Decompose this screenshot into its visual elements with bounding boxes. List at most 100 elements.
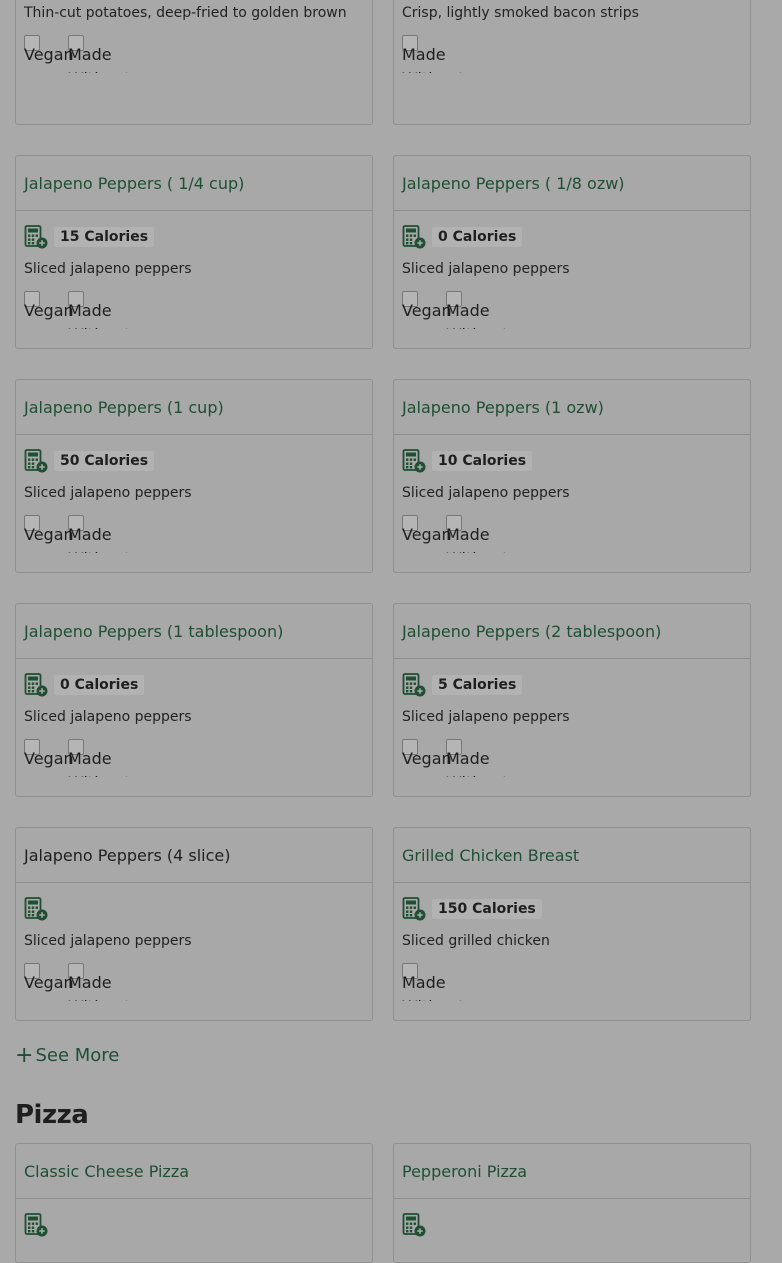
menu-item-title[interactable]: Jalapeno Peppers (2 tablespoon)	[402, 622, 661, 641]
dietary-tag-alt-text: Vegan	[24, 749, 74, 768]
calories-row	[24, 1213, 364, 1237]
card-header: Jalapeno Peppers (2 tablespoon)	[394, 604, 750, 659]
card-header: Classic Cheese Pizza	[16, 1144, 372, 1199]
see-more-link[interactable]: + See More	[15, 1044, 120, 1066]
see-more-label: See More	[35, 1045, 120, 1066]
dietary-tag-image: Vegan	[402, 291, 452, 323]
menu-item-title[interactable]: Jalapeno Peppers ( 1/8 ozw)	[402, 174, 625, 193]
dietary-tags: VeganMade Without	[24, 515, 364, 553]
calculator-plus-icon[interactable]	[24, 1213, 48, 1237]
menu-item-card: Jalapeno Peppers ( 1/4 cup) 15 Calories Sl…	[15, 155, 373, 349]
card-header: Jalapeno Peppers (1 tablespoon)	[16, 604, 372, 659]
dietary-tag-image: Made Without	[402, 35, 465, 73]
dietary-tag-image: Vegan	[24, 515, 74, 547]
calculator-plus-icon[interactable]	[402, 449, 426, 473]
dietary-tags: VeganMade Without	[24, 963, 364, 1001]
card-body: 50 Calories Sliced jalapeno peppers Vegan M…	[16, 435, 372, 553]
calories-row: 150 Calories	[402, 897, 742, 921]
calories-badge: 10 Calories	[432, 451, 533, 471]
dietary-tag-alt-text: Made Without	[402, 973, 465, 1001]
card-body: 10 Calories Sliced jalapeno peppers Vegan M…	[394, 435, 750, 553]
calories-badge: 0 Calories	[54, 675, 145, 695]
menu-item-description: Thin-cut potatoes, deep-fried to golden …	[24, 5, 347, 21]
dietary-tags: VeganMade Without	[24, 739, 364, 777]
card-header: Jalapeno Peppers ( 1/4 cup)	[16, 156, 372, 211]
calculator-plus-icon[interactable]	[24, 449, 48, 473]
calories-badge: 150 Calories	[432, 899, 542, 919]
calculator-plus-icon[interactable]	[402, 1213, 426, 1237]
card-body: 130 CaloriesCrisp, lightly smoked bacon …	[394, 0, 750, 73]
menu-item-description: Sliced jalapeno peppers	[402, 485, 570, 501]
menu-item-description: Sliced jalapeno peppers	[24, 933, 192, 949]
menu-item-description: Sliced jalapeno peppers	[402, 261, 570, 277]
card-header: Grilled Chicken Breast	[394, 828, 750, 883]
dietary-tag-image: Vegan	[24, 739, 74, 771]
dietary-tag-image: Vegan	[24, 35, 74, 67]
menu-item-card: Jalapeno Peppers ( 1/8 ozw) 0 Calories Sli…	[393, 155, 751, 349]
menu-item-description: Sliced jalapeno peppers	[24, 485, 192, 501]
dietary-tag-image: Made Without	[402, 963, 465, 1001]
calories-row: 0 Calories	[402, 225, 742, 249]
dietary-tag-alt-text: Made Without	[446, 301, 509, 329]
card-body: Sliced jalapeno peppers VeganMade Without	[16, 883, 372, 1001]
dietary-tags: VeganMade Without	[402, 739, 742, 777]
dietary-tag-alt-text: Made Without	[68, 45, 131, 73]
calculator-plus-icon[interactable]	[402, 225, 426, 249]
menu-item-title[interactable]: Jalapeno Peppers (1 ozw)	[402, 398, 604, 417]
menu-item-card: Grilled Chicken Breast 150 Calories Sliced…	[393, 827, 751, 1021]
calories-badge: 5 Calories	[432, 675, 523, 695]
dietary-tags: VeganMade Without	[24, 291, 364, 329]
dietary-tag-image: Vegan	[402, 515, 452, 547]
card-header: Jalapeno Peppers ( 1/8 ozw)	[394, 156, 750, 211]
menu-item-title: Jalapeno Peppers (4 slice)	[24, 845, 231, 865]
card-body: 15 Calories Sliced jalapeno peppers Vegan M…	[16, 211, 372, 329]
dietary-tags: VeganMade Without	[24, 35, 364, 73]
menu-item-description: Crisp, lightly smoked bacon strips	[402, 5, 639, 21]
card-body	[394, 1199, 750, 1237]
menu-item-card: Pepperoni Pizza	[393, 1143, 751, 1263]
card-body: 0 Calories Sliced jalapeno peppers Vegan Ma…	[394, 211, 750, 329]
menu-item-card: Jalapeno Peppers (1 tablespoon) 0 Calorie…	[15, 603, 373, 797]
dietary-tag-alt-text: Vegan	[24, 973, 74, 992]
card-header: Pepperoni Pizza	[394, 1144, 750, 1199]
menu-item-title[interactable]: Jalapeno Peppers (1 cup)	[24, 398, 224, 417]
dietary-tag-alt-text: Made Without	[446, 749, 509, 777]
dietary-tag-image: Made Without	[68, 291, 131, 329]
dietary-tag-alt-text: Made Without	[402, 45, 465, 73]
dietary-tag-image: Vegan	[402, 739, 452, 771]
menu-item-title[interactable]: Classic Cheese Pizza	[24, 1162, 189, 1181]
menu-item-card: Classic Cheese Pizza	[15, 1143, 373, 1263]
dietary-tag-alt-text: Vegan	[402, 301, 452, 320]
menu-item-title[interactable]: Jalapeno Peppers (1 tablespoon)	[24, 622, 283, 641]
dietary-tags: VeganMade Without	[402, 291, 742, 329]
dietary-tags: VeganMade Without	[402, 515, 742, 553]
card-body: 5 Calories Sliced jalapeno peppers Vegan Ma…	[394, 659, 750, 777]
menu-item-description: Sliced jalapeno peppers	[24, 261, 192, 277]
calories-badge: 50 Calories	[54, 451, 155, 471]
dietary-tag-image: Made Without	[446, 291, 509, 329]
menu-item-title[interactable]: Pepperoni Pizza	[402, 1162, 527, 1181]
menu-item-title[interactable]: Grilled Chicken Breast	[402, 846, 579, 865]
calculator-plus-icon[interactable]	[24, 897, 48, 921]
dietary-tag-alt-text: Vegan	[24, 301, 74, 320]
menu-item-description: Sliced grilled chicken	[402, 933, 550, 949]
dietary-tag-alt-text: Made Without	[446, 525, 509, 553]
menu-item-card: Jalapeno Peppers (1 ozw) 10 Calories Slice…	[393, 379, 751, 573]
calculator-plus-icon[interactable]	[24, 673, 48, 697]
calculator-plus-icon[interactable]	[24, 225, 48, 249]
card-header: Jalapeno Peppers (1 cup)	[16, 380, 372, 435]
calculator-plus-icon[interactable]	[402, 897, 426, 921]
dietary-tag-image: Made Without	[68, 35, 131, 73]
menu-item-card: 130 CaloriesCrisp, lightly smoked bacon …	[393, 0, 751, 125]
dietary-tag-image: Made Without	[68, 739, 131, 777]
dietary-tag-image: Made Without	[68, 515, 131, 553]
calculator-plus-icon[interactable]	[402, 673, 426, 697]
dietary-tag-image: Made Without	[68, 963, 131, 1001]
dietary-tag-image: Vegan	[24, 963, 74, 995]
menu-item-title[interactable]: Jalapeno Peppers ( 1/4 cup)	[24, 174, 244, 193]
calories-row: 5 Calories	[402, 673, 742, 697]
dietary-tag-image: Made Without	[446, 515, 509, 553]
menu-item-description: Sliced jalapeno peppers	[402, 709, 570, 725]
card-body	[16, 1199, 372, 1237]
dietary-tag-alt-text: Made Without	[68, 525, 131, 553]
